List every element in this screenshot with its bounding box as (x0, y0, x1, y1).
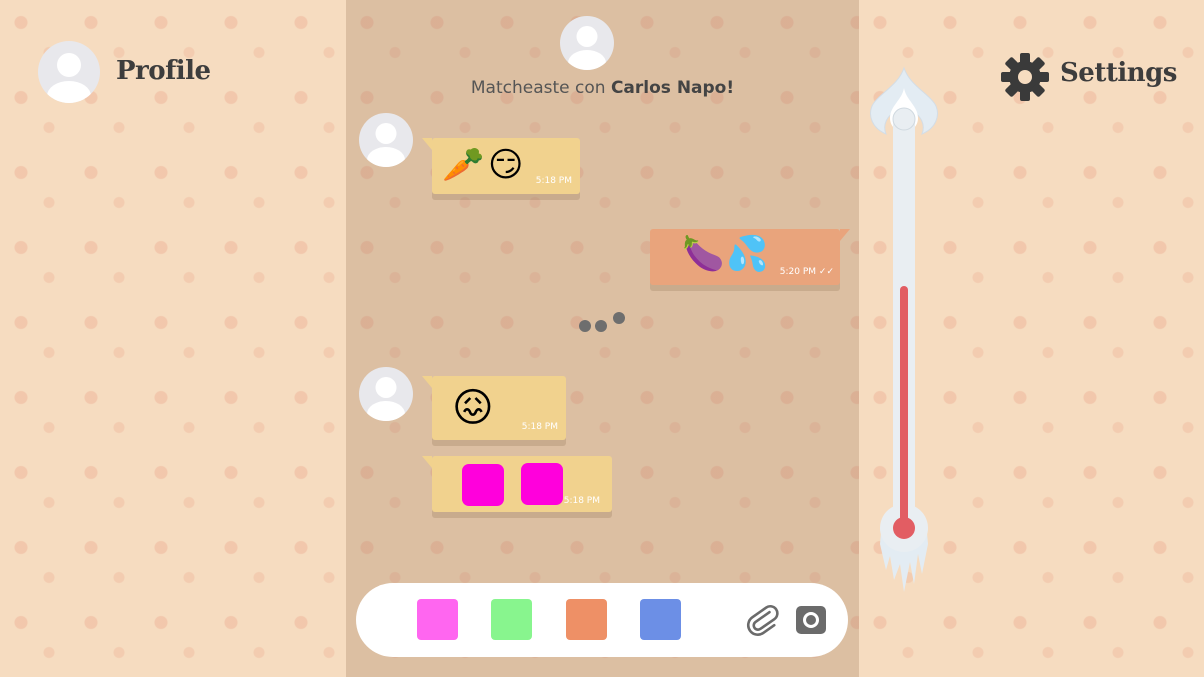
message-time-text: 5:20 PM (779, 267, 817, 277)
meter-top-cap (892, 107, 916, 131)
match-avatar[interactable] (560, 16, 614, 70)
message-composer (356, 583, 848, 657)
color-swatch-green[interactable] (491, 599, 532, 640)
match-prefix: Matcheaste con (470, 78, 606, 98)
flushed-emoji: 😖 (452, 385, 494, 431)
sender-avatar (359, 367, 413, 421)
message-bubble[interactable]: 5:18 PM (422, 456, 612, 512)
carrot-emoji: 🥕 (442, 145, 485, 185)
sticker (462, 464, 504, 506)
message-time: 5:18 PM (563, 496, 600, 506)
color-swatch-blue[interactable] (640, 599, 681, 640)
sender-avatar (359, 113, 413, 167)
profile-avatar (38, 41, 100, 103)
chat-panel (346, 0, 859, 677)
settings-label: Settings (1060, 58, 1177, 88)
message-time: 5:18 PM (535, 176, 572, 186)
eggplant-emoji: 🍆 (682, 234, 725, 274)
profile-label: Profile (116, 56, 211, 86)
sweat-droplets-emoji: 💦 (726, 234, 769, 274)
paperclip-icon[interactable] (744, 602, 780, 638)
meter-bulb-fill (893, 517, 915, 539)
sticker (521, 463, 563, 505)
match-name: Carlos Napo! (610, 78, 735, 98)
message-bubble[interactable]: 🥕 😏 5:18 PM (422, 138, 580, 194)
read-receipt-icon: ✓✓ (818, 267, 834, 277)
meter-fill (900, 286, 908, 526)
match-banner: Matcheaste con Carlos Napo! (346, 78, 859, 98)
gear-icon (1001, 53, 1049, 101)
camera-icon[interactable] (795, 604, 827, 636)
color-swatch-pink[interactable] (417, 599, 458, 640)
heat-meter (870, 66, 938, 592)
color-swatch-orange[interactable] (566, 599, 607, 640)
message-time: 5:20 PM ✓✓ (780, 267, 834, 277)
message-bubble[interactable]: 😖 5:18 PM (422, 376, 566, 440)
settings-button[interactable]: Settings (1000, 50, 1180, 104)
message-time: 5:18 PM (521, 422, 558, 432)
typing-indicator (576, 308, 628, 336)
profile-button[interactable]: Profile (38, 40, 228, 106)
smirk-emoji: 😏 (488, 145, 524, 185)
message-bubble-outgoing[interactable]: 🍆 💦 5:20 PM ✓✓ (650, 229, 850, 285)
